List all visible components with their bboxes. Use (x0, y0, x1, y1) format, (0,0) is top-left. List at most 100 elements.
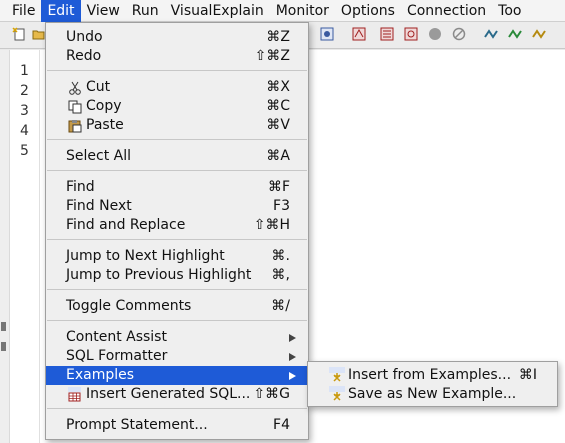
menu-item-toggle-comments[interactable]: Toggle Comments ⌘/ (46, 297, 308, 316)
menu-edit[interactable]: Edit (41, 0, 81, 22)
prompt-statement-label: Prompt Statement... (66, 417, 208, 433)
scissors-icon (67, 80, 82, 95)
menu-item-content-assist[interactable]: Content Assist (46, 328, 308, 347)
menu-monitor[interactable]: Monitor (270, 0, 335, 22)
menu-separator (47, 70, 307, 71)
select-all-label: Select All (66, 148, 131, 164)
redo-shortcut: ⇧⌘Z (254, 48, 290, 64)
rollback-icon[interactable] (532, 27, 546, 41)
menu-options[interactable]: Options (335, 0, 401, 22)
paste-label: Paste (86, 117, 124, 133)
examples-submenu: Insert from Examples... ⌘I Save as New E… (307, 361, 558, 407)
menu-item-sql-formatter[interactable]: SQL Formatter (46, 347, 308, 366)
find-replace-label: Find and Replace (66, 217, 186, 233)
submenu-arrow-icon (289, 334, 296, 342)
run-query-icon[interactable] (320, 27, 334, 41)
visual-explain-icon[interactable] (380, 27, 394, 41)
cancel-icon[interactable] (452, 27, 466, 41)
toggle-comments-label: Toggle Comments (66, 298, 192, 314)
menu-connection[interactable]: Connection (401, 0, 492, 22)
line-number: 3 (20, 103, 29, 119)
explain-icon[interactable] (352, 27, 366, 41)
menu-separator (47, 320, 307, 321)
sql-save-icon (329, 386, 345, 403)
find-next-shortcut: F3 (273, 198, 290, 214)
gutter-marker (1, 342, 6, 351)
menu-item-jump-next[interactable]: Jump to Next Highlight ⌘. (46, 247, 308, 266)
copy-icon (67, 99, 82, 114)
insert-generated-sql-label: Insert Generated SQL... (86, 386, 251, 402)
redo-label: Redo (66, 48, 102, 64)
menu-run[interactable]: Run (126, 0, 165, 22)
menu-item-find-next[interactable]: Find Next F3 (46, 197, 308, 216)
menu-item-find[interactable]: Find ⌘F (46, 178, 308, 197)
menu-item-examples[interactable]: Examples (46, 366, 308, 385)
stop-icon[interactable] (428, 27, 442, 41)
clipboard-icon (67, 118, 82, 133)
insert-from-examples-label: Insert from Examples... (348, 367, 512, 383)
sql-insert-icon (329, 367, 345, 384)
menu-item-save-as-new-example[interactable]: Save as New Example... (308, 385, 557, 404)
jump-next-shortcut: ⌘. (271, 248, 290, 264)
submenu-arrow-icon (289, 372, 296, 380)
menu-tools[interactable]: Too (492, 0, 527, 22)
find-label: Find (66, 179, 95, 195)
gutter-marker (1, 322, 6, 331)
content-assist-label: Content Assist (66, 329, 167, 345)
menu-item-select-all[interactable]: Select All ⌘A (46, 147, 308, 166)
jump-next-label: Jump to Next Highlight (66, 248, 225, 264)
menu-separator (47, 139, 307, 140)
cut-shortcut: ⌘X (266, 79, 290, 95)
save-as-new-example-label: Save as New Example... (348, 386, 517, 402)
menu-view[interactable]: View (81, 0, 126, 22)
explain-plan-icon[interactable] (404, 27, 418, 41)
menu-item-redo[interactable]: Redo ⇧⌘Z (46, 47, 308, 66)
find-next-label: Find Next (66, 198, 132, 214)
open-folder-icon[interactable] (32, 27, 46, 41)
select-all-shortcut: ⌘A (266, 148, 290, 164)
menu-bar: File Edit View Run VisualExplain Monitor… (0, 0, 565, 22)
insert-from-examples-shortcut: ⌘I (518, 367, 537, 383)
line-number: 1 (20, 63, 29, 79)
new-file-icon[interactable] (12, 27, 26, 41)
prompt-statement-shortcut: F4 (273, 417, 290, 433)
menu-item-cut[interactable]: Cut ⌘X (46, 78, 308, 97)
menu-file[interactable]: File (0, 0, 41, 22)
find-shortcut: ⌘F (267, 179, 290, 195)
jump-prev-shortcut: ⌘, (271, 267, 290, 283)
edit-menu: Undo ⌘Z Redo ⇧⌘Z Cut ⌘X Copy ⌘C Paste ⌘V… (45, 22, 309, 440)
menu-item-insert-generated-sql[interactable]: Insert Generated SQL... ⇧⌘G (46, 385, 308, 404)
undo-shortcut: ⌘Z (266, 29, 290, 45)
sql-formatter-label: SQL Formatter (66, 348, 168, 364)
examples-label: Examples (66, 367, 135, 383)
jump-prev-label: Jump to Previous Highlight (66, 267, 252, 283)
menu-item-paste[interactable]: Paste ⌘V (46, 116, 308, 135)
connect-icon[interactable] (484, 27, 498, 41)
sql-table-icon (67, 387, 82, 402)
find-replace-shortcut: ⇧⌘H (253, 217, 290, 233)
menu-item-jump-prev[interactable]: Jump to Previous Highlight ⌘, (46, 266, 308, 285)
commit-icon[interactable] (508, 27, 522, 41)
line-numbers: 1 2 3 4 5 (10, 50, 40, 443)
menu-item-prompt-statement[interactable]: Prompt Statement... F4 (46, 416, 308, 435)
copy-shortcut: ⌘C (266, 98, 290, 114)
menu-item-undo[interactable]: Undo ⌘Z (46, 28, 308, 47)
line-number: 5 (20, 143, 29, 159)
menu-item-find-replace[interactable]: Find and Replace ⇧⌘H (46, 216, 308, 235)
paste-shortcut: ⌘V (266, 117, 290, 133)
menu-separator (47, 239, 307, 240)
menu-separator (47, 408, 307, 409)
menu-separator (47, 289, 307, 290)
menu-separator (47, 170, 307, 171)
undo-label: Undo (66, 29, 103, 45)
menu-item-copy[interactable]: Copy ⌘C (46, 97, 308, 116)
menu-visualexplain[interactable]: VisualExplain (165, 0, 270, 22)
menu-item-insert-from-examples[interactable]: Insert from Examples... ⌘I (308, 366, 557, 385)
submenu-arrow-icon (289, 353, 296, 361)
insert-generated-sql-shortcut: ⇧⌘G (253, 386, 290, 402)
line-number: 2 (20, 83, 29, 99)
cut-label: Cut (86, 79, 111, 95)
editor-gutter (0, 50, 10, 443)
line-number: 4 (20, 123, 29, 139)
copy-label: Copy (86, 98, 122, 114)
